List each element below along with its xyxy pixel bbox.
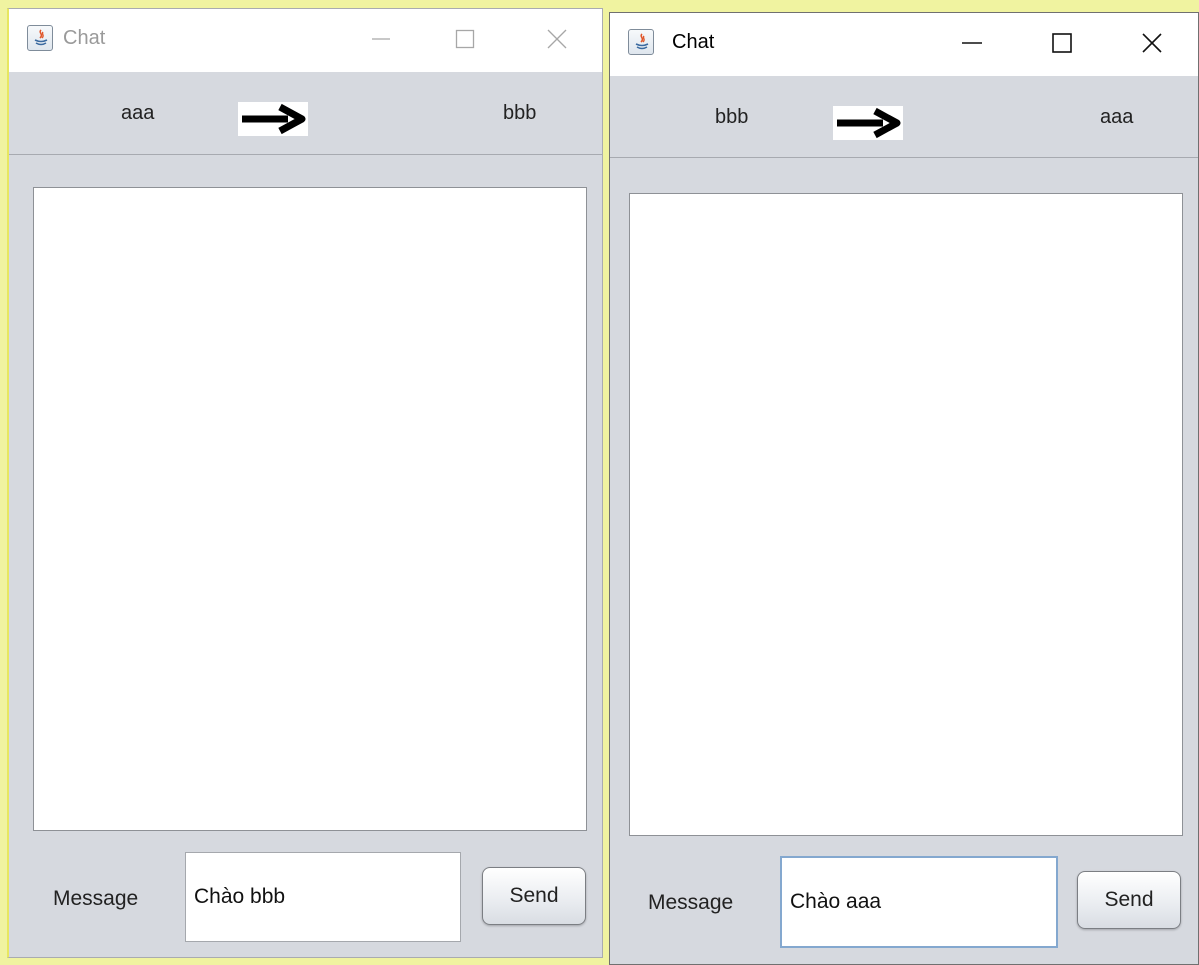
to-user-label: aaa bbox=[1100, 106, 1134, 128]
java-app-icon bbox=[27, 25, 53, 51]
to-user-label: bbb bbox=[503, 102, 537, 124]
chat-window-left[interactable]: Chat aaa bbb Message Send bbox=[7, 8, 603, 958]
users-header: bbb aaa bbox=[610, 76, 1198, 158]
send-button[interactable]: Send bbox=[482, 867, 586, 925]
java-app-icon bbox=[628, 29, 654, 55]
from-user-label: bbb bbox=[715, 106, 749, 128]
maximize-button[interactable] bbox=[443, 19, 487, 59]
message-input[interactable] bbox=[780, 856, 1058, 948]
maximize-icon bbox=[455, 29, 475, 49]
right-arrow-icon bbox=[238, 102, 308, 136]
users-header: aaa bbb bbox=[9, 72, 602, 155]
window-title: Chat bbox=[63, 27, 106, 49]
message-input[interactable] bbox=[185, 852, 461, 942]
close-button[interactable] bbox=[1130, 23, 1174, 63]
maximize-icon bbox=[1052, 33, 1072, 53]
minimize-icon bbox=[372, 38, 390, 40]
close-icon bbox=[547, 29, 567, 49]
window-title: Chat bbox=[672, 31, 715, 53]
minimize-button[interactable] bbox=[950, 23, 994, 63]
from-user-label: aaa bbox=[121, 102, 155, 124]
right-arrow-icon bbox=[833, 106, 903, 140]
title-bar[interactable]: Chat bbox=[610, 13, 1198, 76]
minimize-button[interactable] bbox=[359, 19, 403, 59]
minimize-icon bbox=[962, 42, 982, 44]
close-icon bbox=[1142, 33, 1162, 53]
send-button[interactable]: Send bbox=[1077, 871, 1181, 929]
title-bar[interactable]: Chat bbox=[9, 9, 602, 72]
message-label: Message bbox=[53, 887, 139, 910]
chat-history-area[interactable] bbox=[629, 193, 1183, 836]
close-button[interactable] bbox=[535, 19, 579, 59]
chat-history-area[interactable] bbox=[33, 187, 587, 831]
chat-window-right[interactable]: Chat bbb aaa Message Send bbox=[609, 12, 1199, 965]
maximize-button[interactable] bbox=[1040, 23, 1084, 63]
message-label: Message bbox=[648, 891, 734, 914]
